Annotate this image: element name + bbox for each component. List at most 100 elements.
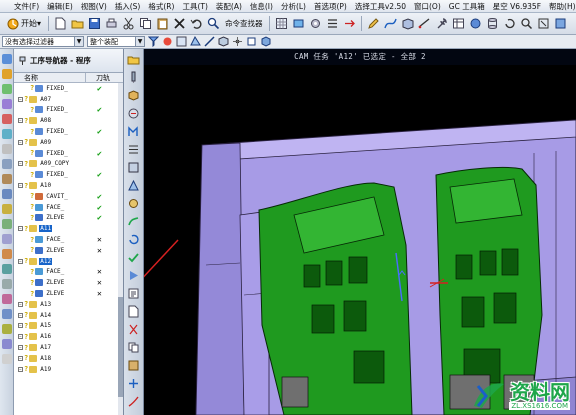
create-tool-button[interactable] — [127, 71, 140, 84]
extra-tool-icon[interactable] — [2, 309, 12, 319]
navigator-row[interactable]: ? CAVIT_ ✔ — [14, 191, 123, 202]
menu-item-window[interactable]: 窗口(O) — [410, 1, 445, 12]
expand-toggle-icon[interactable]: − — [18, 161, 23, 167]
reuse-library-icon[interactable] — [2, 114, 12, 124]
navigator-row[interactable]: −? A19 — [14, 364, 123, 375]
expand-toggle-icon[interactable]: − — [18, 312, 23, 318]
graphics-window[interactable]: CAM 任务 'A12' 已选定 - 全部 2 资料网 ZL.XS1616.CO… — [144, 49, 576, 415]
reset-filter-icon[interactable] — [162, 36, 173, 47]
menu-item-info[interactable]: 信息(I) — [246, 1, 277, 12]
create-operation-button[interactable] — [127, 125, 140, 138]
machine-navigator-icon[interactable] — [2, 99, 12, 109]
expand-toggle-icon[interactable]: − — [18, 139, 23, 145]
undo-button[interactable] — [189, 16, 204, 31]
feed-speed-button[interactable] — [127, 395, 140, 408]
expand-toggle-icon[interactable]: − — [18, 334, 23, 340]
tool-button-5[interactable] — [342, 16, 357, 31]
create-program-button[interactable] — [127, 53, 140, 66]
start-button[interactable]: 开始▾ — [4, 18, 44, 30]
process-studio-icon[interactable] — [2, 174, 12, 184]
navigator-row[interactable]: ? FIXED_ ✔ — [14, 126, 123, 137]
navigator-row[interactable]: −? A09_COPY — [14, 159, 123, 170]
menu-item-edit[interactable]: 编辑(E) — [43, 1, 77, 12]
tool-button-14[interactable] — [502, 16, 517, 31]
navigator-row[interactable]: ? ZLEVE ✕ — [14, 277, 123, 288]
navigator-row[interactable]: ? ZLEVE ✔ — [14, 213, 123, 224]
geometry-view-button[interactable] — [127, 179, 140, 192]
tool-button-1[interactable] — [274, 16, 289, 31]
open-file-button[interactable] — [70, 16, 85, 31]
paste-button[interactable] — [155, 16, 170, 31]
menu-item-view[interactable]: 视图(V) — [77, 1, 111, 12]
hd3d-tools-icon[interactable] — [2, 249, 12, 259]
expand-toggle-icon[interactable]: − — [18, 118, 23, 124]
roles-icon[interactable] — [2, 189, 12, 199]
object-transform-button[interactable] — [127, 377, 140, 390]
replay-toolpath-button[interactable] — [127, 233, 140, 246]
assembly-navigator-icon[interactable] — [2, 54, 12, 64]
expand-toggle-icon[interactable]: − — [18, 258, 23, 264]
command-finder-button[interactable]: 命令查找器 — [223, 18, 265, 29]
navigator-row[interactable]: ? FIXED_ ✔ — [14, 169, 123, 180]
menu-item-assembly[interactable]: 装配(A) — [212, 1, 246, 12]
expand-toggle-icon[interactable]: − — [18, 96, 23, 102]
create-method-button[interactable] — [127, 107, 140, 120]
navigator-row[interactable]: ? FIXED_ ✔ — [14, 148, 123, 159]
system-materials-icon[interactable] — [2, 159, 12, 169]
palette-icon[interactable] — [2, 204, 12, 214]
navigator-row[interactable]: −? A07 — [14, 94, 123, 105]
navigator-row[interactable]: −? A12 — [14, 256, 123, 267]
expand-toggle-icon[interactable]: − — [18, 301, 23, 307]
navigator-row[interactable]: −? A11 — [14, 223, 123, 234]
view-cube-icon[interactable] — [260, 36, 271, 47]
navigator-row[interactable]: ? FACE_ ✔ — [14, 202, 123, 213]
cam-model-view[interactable] — [144, 65, 576, 415]
expand-toggle-icon[interactable]: − — [18, 183, 23, 189]
navigator-row[interactable]: ? FIXED_ ✔ — [14, 105, 123, 116]
postprocess-button[interactable] — [127, 287, 140, 300]
tool-button-7[interactable] — [383, 16, 398, 31]
navigator-row[interactable]: −? A14 — [14, 310, 123, 321]
machining-method-view-button[interactable] — [127, 197, 140, 210]
navigator-row[interactable]: −? A10 — [14, 180, 123, 191]
cut-ops-button[interactable] — [127, 323, 140, 336]
select-face-icon[interactable] — [190, 36, 201, 47]
menu-item-file[interactable]: 文件(F) — [10, 1, 43, 12]
tool-button-3[interactable] — [308, 16, 323, 31]
expand-toggle-icon[interactable]: − — [18, 226, 23, 232]
delete-button[interactable] — [172, 16, 187, 31]
menu-item-tools[interactable]: 工具(T) — [178, 1, 211, 12]
navigator-row[interactable]: −? A18 — [14, 353, 123, 364]
menu-item-preferences[interactable]: 首选项(P) — [310, 1, 351, 12]
print-button[interactable] — [104, 16, 119, 31]
navigator-row[interactable]: ? FACE_ ✕ — [14, 234, 123, 245]
menu-item-gc-toolbox[interactable]: GC 工具箱 — [445, 1, 489, 12]
select-all-icon[interactable] — [176, 36, 187, 47]
part-navigator-icon[interactable] — [2, 84, 12, 94]
verify-toolpath-button[interactable] — [127, 251, 140, 264]
navigator-row[interactable]: −? A16 — [14, 331, 123, 342]
command-finder-icon-button[interactable] — [206, 16, 221, 31]
assembly-filter-select[interactable]: 整个装配 ▼ — [87, 36, 145, 47]
menu-item-format[interactable]: 格式(R) — [144, 1, 178, 12]
assistant-icon[interactable] — [2, 264, 12, 274]
select-filter-icon[interactable] — [148, 36, 159, 47]
tool-button-2[interactable] — [291, 16, 306, 31]
save-button[interactable] — [87, 16, 102, 31]
column-toolpath-header[interactable]: 刀轨 — [86, 73, 110, 83]
expand-toggle-icon[interactable]: − — [18, 355, 23, 361]
web-browser-icon[interactable] — [2, 129, 12, 139]
select-edge-icon[interactable] — [204, 36, 215, 47]
column-name-header[interactable]: 名称 — [14, 73, 86, 82]
extra-tool-icon[interactable] — [2, 339, 12, 349]
history-icon[interactable] — [2, 144, 12, 154]
new-file-button[interactable] — [53, 16, 68, 31]
tool-button-13[interactable] — [485, 16, 500, 31]
tool-button-6[interactable] — [366, 16, 381, 31]
extra-tool-icon[interactable] — [2, 294, 12, 304]
navigator-row[interactable]: ? ZLEVE ✕ — [14, 288, 123, 299]
expand-toggle-icon[interactable]: − — [18, 323, 23, 329]
menu-item-insert[interactable]: 插入(S) — [111, 1, 145, 12]
type-filter-select[interactable]: 没有选择过滤器 ▼ — [2, 36, 84, 47]
shop-doc-button[interactable] — [127, 305, 140, 318]
